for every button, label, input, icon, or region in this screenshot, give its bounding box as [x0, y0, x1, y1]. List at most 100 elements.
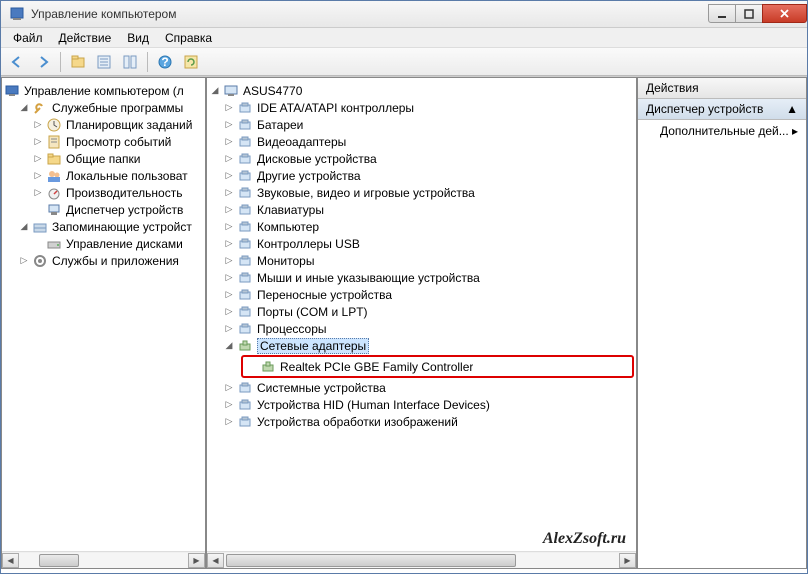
- device-category-icon: [237, 219, 253, 235]
- actions-more[interactable]: Дополнительные дей... ▸: [638, 120, 806, 142]
- expand-icon[interactable]: ▷: [223, 255, 235, 267]
- tree-root[interactable]: Управление компьютером (л: [4, 82, 203, 99]
- expand-icon[interactable]: ▷: [32, 187, 44, 199]
- device-category[interactable]: ▷Видеоадаптеры: [209, 133, 634, 150]
- expand-icon[interactable]: ▷: [223, 382, 235, 394]
- close-button[interactable]: [762, 4, 807, 23]
- tree-group-services[interactable]: ▷Службы и приложения: [4, 252, 203, 269]
- menu-view[interactable]: Вид: [119, 29, 157, 47]
- device-category[interactable]: ▷Контроллеры USB: [209, 235, 634, 252]
- collapse-icon[interactable]: ◢: [18, 102, 30, 114]
- device-category-icon: [237, 397, 253, 413]
- device-category[interactable]: ▷Устройства обработки изображений: [209, 413, 634, 430]
- device-category[interactable]: ▷Компьютер: [209, 218, 634, 235]
- collapse-icon[interactable]: ◢: [223, 340, 235, 352]
- menu-help[interactable]: Справка: [157, 29, 220, 47]
- help-button[interactable]: ?: [153, 50, 177, 74]
- expand-icon[interactable]: ▷: [32, 136, 44, 148]
- expand-icon[interactable]: ▷: [223, 102, 235, 114]
- actions-pane: Действия Диспетчер устройств ▲ Дополните…: [637, 77, 807, 569]
- scroll-thumb[interactable]: [226, 554, 516, 567]
- properties-button[interactable]: [92, 50, 116, 74]
- device-category[interactable]: ▷Батареи: [209, 116, 634, 133]
- device-category[interactable]: ▷Клавиатуры: [209, 201, 634, 218]
- device-category[interactable]: ▷IDE ATA/ATAPI контроллеры: [209, 99, 634, 116]
- device-category[interactable]: ▷Устройства HID (Human Interface Devices…: [209, 396, 634, 413]
- scroll-thumb[interactable]: [39, 554, 79, 567]
- collapse-arrow-icon[interactable]: ▲: [786, 102, 798, 116]
- scroll-left-button[interactable]: ◀: [2, 553, 19, 568]
- device-category-icon: [237, 321, 253, 337]
- show-hide-button[interactable]: [118, 50, 142, 74]
- scroll-right-button[interactable]: ▶: [619, 553, 636, 568]
- tree-item-shares[interactable]: ▷Общие папки: [4, 150, 203, 167]
- expand-icon[interactable]: ▷: [223, 399, 235, 411]
- actions-subheader[interactable]: Диспетчер устройств ▲: [638, 99, 806, 120]
- tree-item-perf[interactable]: ▷Производительность: [4, 184, 203, 201]
- device-category-icon: [237, 236, 253, 252]
- refresh-button[interactable]: [179, 50, 203, 74]
- expand-icon[interactable]: ▷: [223, 289, 235, 301]
- expand-icon[interactable]: ▷: [223, 187, 235, 199]
- device-category[interactable]: ▷Порты (COM и LPT): [209, 303, 634, 320]
- device-category-icon: [237, 414, 253, 430]
- left-hscroll[interactable]: ◀ ▶: [2, 551, 205, 568]
- device-category[interactable]: ▷Процессоры: [209, 320, 634, 337]
- svg-text:?: ?: [161, 55, 168, 69]
- toolbar: ?: [1, 48, 807, 76]
- forward-button[interactable]: [31, 50, 55, 74]
- expand-icon[interactable]: ▷: [223, 238, 235, 250]
- device-category-icon: [237, 185, 253, 201]
- management-tree[interactable]: Управление компьютером (л ◢ Служебные пр…: [2, 78, 205, 568]
- expand-icon[interactable]: ▷: [223, 416, 235, 428]
- tree-item-scheduler[interactable]: ▷Планировщик заданий: [4, 116, 203, 133]
- expand-icon[interactable]: ▷: [223, 136, 235, 148]
- device-category[interactable]: ▷Мыши и иные указывающие устройства: [209, 269, 634, 286]
- tree-item-events[interactable]: ▷Просмотр событий: [4, 133, 203, 150]
- tree-group-storage[interactable]: ◢Запоминающие устройст: [4, 218, 203, 235]
- device-category[interactable]: ▷Системные устройства: [209, 379, 634, 396]
- scroll-right-button[interactable]: ▶: [188, 553, 205, 568]
- back-button[interactable]: [5, 50, 29, 74]
- menu-file[interactable]: Файл: [5, 29, 51, 47]
- tree-group-utilities[interactable]: ◢ Служебные программы: [4, 99, 203, 116]
- expand-icon[interactable]: ▷: [223, 170, 235, 182]
- device-category[interactable]: ▷Звуковые, видео и игровые устройства: [209, 184, 634, 201]
- device-category-network[interactable]: ◢Сетевые адаптеры: [209, 337, 634, 354]
- device-category[interactable]: ▷Другие устройства: [209, 167, 634, 184]
- menu-action[interactable]: Действие: [51, 29, 120, 47]
- expand-icon[interactable]: ▷: [223, 153, 235, 165]
- tree-item-devmgr[interactable]: Диспетчер устройств: [4, 201, 203, 218]
- services-icon: [32, 253, 48, 269]
- mid-hscroll[interactable]: ◀ ▶: [207, 551, 636, 568]
- device-category-icon: [237, 117, 253, 133]
- expand-icon[interactable]: ▷: [223, 204, 235, 216]
- device-category[interactable]: ▷Дисковые устройства: [209, 150, 634, 167]
- expand-icon[interactable]: ▷: [32, 170, 44, 182]
- expand-icon[interactable]: ▷: [223, 306, 235, 318]
- nic-icon: [260, 359, 276, 375]
- tree-item-users[interactable]: ▷Локальные пользоват: [4, 167, 203, 184]
- expand-icon[interactable]: ▷: [32, 153, 44, 165]
- expand-icon[interactable]: ▷: [223, 272, 235, 284]
- minimize-button[interactable]: [708, 4, 736, 23]
- device-category[interactable]: ▷Мониторы: [209, 252, 634, 269]
- users-icon: [46, 168, 62, 184]
- up-button[interactable]: [66, 50, 90, 74]
- network-icon: [237, 338, 253, 354]
- scroll-left-button[interactable]: ◀: [207, 553, 224, 568]
- device-category-icon: [237, 151, 253, 167]
- device-tree[interactable]: ◢ ASUS4770 ▷IDE ATA/ATAPI контроллеры▷Ба…: [207, 78, 636, 434]
- collapse-icon[interactable]: ◢: [18, 221, 30, 233]
- expand-icon[interactable]: ▷: [223, 119, 235, 131]
- expand-icon[interactable]: ▷: [18, 255, 30, 267]
- device-root[interactable]: ◢ ASUS4770: [209, 82, 634, 99]
- maximize-button[interactable]: [735, 4, 763, 23]
- expand-icon[interactable]: ▷: [223, 221, 235, 233]
- expand-icon[interactable]: ▷: [32, 119, 44, 131]
- collapse-icon[interactable]: ◢: [209, 85, 221, 97]
- tree-item-diskmgr[interactable]: Управление дисками: [4, 235, 203, 252]
- device-category[interactable]: ▷Переносные устройства: [209, 286, 634, 303]
- expand-icon[interactable]: ▷: [223, 323, 235, 335]
- device-item-realtek[interactable]: Realtek PCIe GBE Family Controller: [246, 358, 629, 375]
